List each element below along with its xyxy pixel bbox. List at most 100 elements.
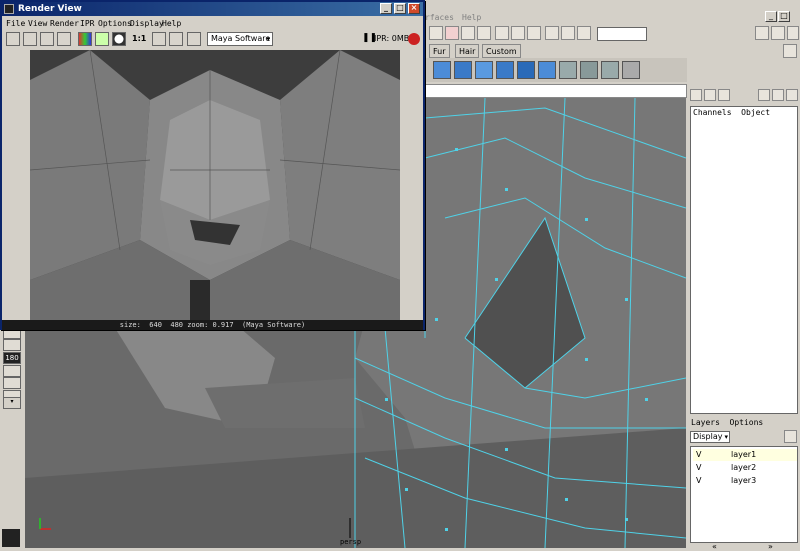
shelf-tab-hair[interactable]: Hair [455,44,480,58]
panel-icon-a[interactable] [755,26,769,40]
rendered-model [30,50,400,320]
menu-render[interactable]: Render [50,19,79,28]
render-icon[interactable] [545,26,559,40]
render-view-titlebar[interactable]: Render View _ □ × [2,2,423,16]
menu-help[interactable]: Help [462,13,481,22]
channel-icon-3[interactable] [718,89,730,101]
layout-icon-2[interactable] [3,339,21,351]
shelf-tabs: Fur Hair Custom [425,44,800,58]
channel-icon-5[interactable] [772,89,784,101]
shelf-icon-6[interactable] [538,61,556,79]
channel-icon-4[interactable] [758,89,770,101]
layout-icon-3[interactable] [3,365,21,377]
channel-icon-1[interactable] [690,89,702,101]
layers-header[interactable]: Layers Options [691,418,763,427]
history-icon[interactable] [461,26,475,40]
maximize-button[interactable]: □ [394,3,406,14]
visibility-toggle[interactable]: V [696,475,701,487]
render-globals-icon[interactable] [187,32,201,46]
menu-surfaces[interactable]: rfaces [425,13,454,22]
shelf-menu-icon[interactable] [783,44,797,58]
channel-icon-2[interactable] [704,89,716,101]
color-icon[interactable] [95,32,109,46]
display-dropdown-value: Display [693,432,723,441]
rgb-channel-icon[interactable] [78,32,92,46]
panel-icon-c[interactable] [787,26,799,40]
chevron-down-icon: ▾ [724,433,728,441]
layer-row[interactable]: V layer3 [693,475,797,487]
time-display[interactable]: 180 [3,352,21,364]
menu-file[interactable]: File [6,19,25,28]
render-region-icon[interactable] [23,32,37,46]
panel-icon-b[interactable] [771,26,785,40]
render-view-window: Render View _ □ × File View Render IPR O… [0,0,425,330]
shelf-icon-9[interactable] [601,61,619,79]
layer-row[interactable]: V layer1 [693,449,797,461]
layer-name: layer3 [731,476,757,485]
ratio-button[interactable]: 1:1 [132,34,146,43]
menu-display[interactable]: Display [130,19,164,28]
layer-list: V layer1 V layer2 V layer3 [690,446,798,543]
shelf-icon-7[interactable] [559,61,577,79]
close-button[interactable]: × [408,3,420,14]
selection-input[interactable] [597,27,647,41]
renderer-dropdown[interactable]: Maya Software ▾ [207,32,273,46]
time-label: 180 [5,354,19,362]
magnet-icon[interactable] [429,26,443,40]
channel-tabs-label[interactable]: Channels Object [693,108,770,117]
menu-ipr[interactable]: IPR [80,19,94,28]
snap-icon[interactable] [477,26,491,40]
main-minimize-button[interactable]: _ [765,11,777,22]
minimize-button[interactable]: _ [380,3,392,14]
main-maximize-button[interactable]: □ [778,11,790,22]
shelf-icon-2[interactable] [454,61,472,79]
snapshot-icon[interactable] [40,32,54,46]
shelf-icon-10[interactable] [622,61,640,79]
shelf-icon-3[interactable] [475,61,493,79]
channel-toolbar [688,88,800,104]
axis-gizmo [37,516,53,532]
shelf-icon-5[interactable] [517,61,535,79]
chevron-down-icon: ▾ [266,35,270,43]
layer-row[interactable]: V layer2 [693,462,797,474]
renderer-value: Maya Software [211,34,271,43]
redo-render-icon[interactable] [6,32,20,46]
visibility-toggle[interactable]: V [696,449,701,461]
app-icon [4,4,14,14]
maya-logo [2,529,20,547]
menu-view[interactable]: View [28,19,47,28]
shelf-tab-custom[interactable]: Custom [482,44,521,58]
layer-name: layer2 [731,463,757,472]
keep-image-icon[interactable] [152,32,166,46]
scroll-right-icon[interactable]: » [768,542,773,551]
menu-options[interactable]: Options [98,19,132,28]
shelf-tab-fur[interactable]: Fur [429,44,450,58]
render-view-toolbar: 1:1 Maya Software ▾ ❚❚ IPR: 0MB [2,30,423,48]
render-icon-2[interactable] [561,26,575,40]
input-icon[interactable] [495,26,509,40]
shelf-icon-8[interactable] [580,61,598,79]
remove-image-icon[interactable] [169,32,183,46]
tool-sidebar: 180 ▾ [0,325,25,551]
new-layer-icon[interactable] [784,430,797,443]
layout-icon-4[interactable] [3,377,21,389]
ipr-icon[interactable] [408,33,420,45]
shelf-icon-4[interactable] [496,61,514,79]
layer-name: layer1 [731,450,757,459]
visibility-toggle[interactable]: V [696,462,701,474]
shelf-icon-1[interactable] [433,61,451,79]
alpha-icon[interactable] [112,32,126,46]
output-icon[interactable] [511,26,525,40]
render-settings-icon[interactable] [577,26,591,40]
menu-help[interactable]: Help [162,19,181,28]
channel-icon-6[interactable] [786,89,798,101]
panel-toolbar [425,84,687,98]
lasso-icon[interactable] [445,26,459,40]
scroll-left-icon[interactable]: « [712,542,717,551]
construction-icon[interactable] [527,26,541,40]
expand-arrow-icon[interactable]: ▾ [3,397,21,409]
ipr-render-icon[interactable] [57,32,71,46]
display-dropdown[interactable]: Display ▾ [690,431,730,443]
camera-label: persp [340,538,362,546]
channel-box: Channels Object [688,86,800,416]
